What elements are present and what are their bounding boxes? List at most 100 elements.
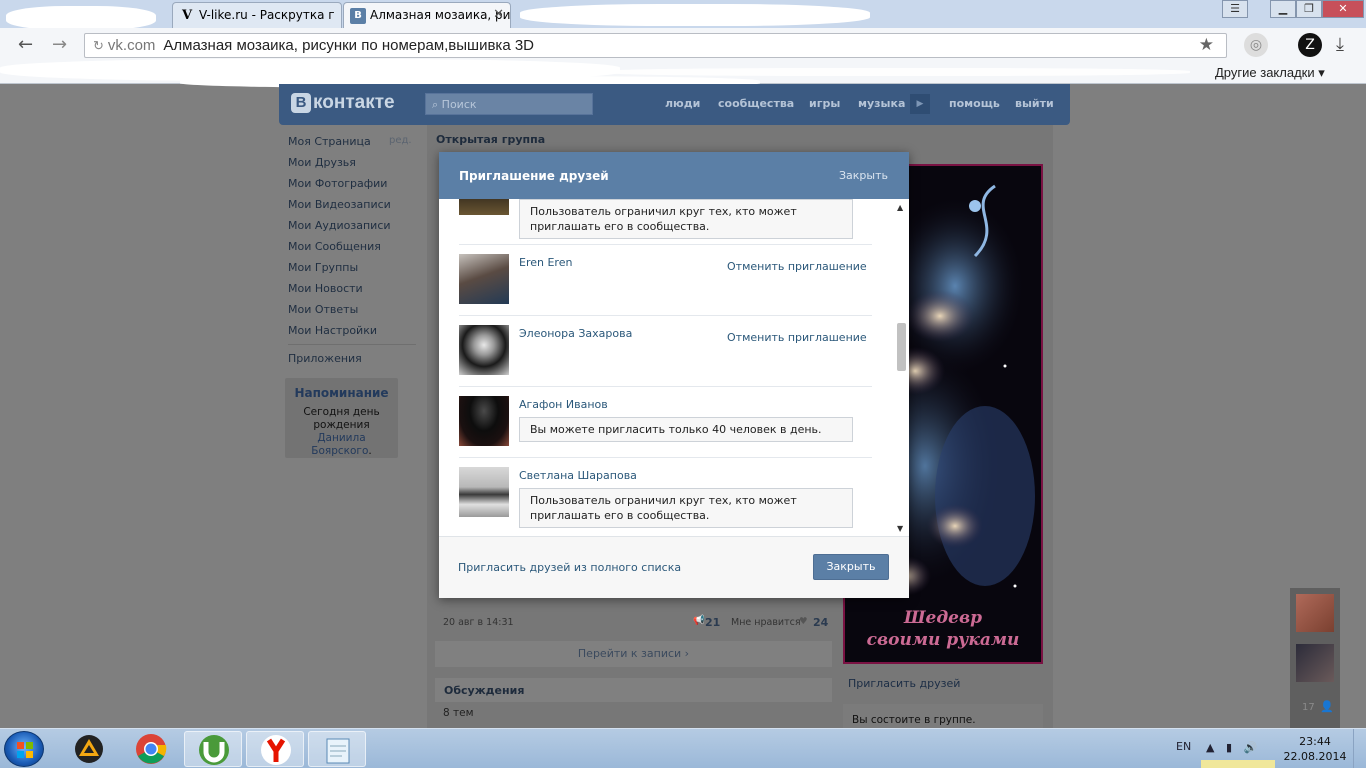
browser-tabbar: V V-like.ru - Раскрутка г В Алмазная моз… <box>0 0 1366 30</box>
dialog-body: Пользователь ограничил круг тех, кто мож… <box>439 199 909 536</box>
nav-help[interactable]: помощь <box>949 97 1000 110</box>
dialog-header: Приглашение друзей Закрыть <box>439 152 909 199</box>
friend-avatar[interactable] <box>1296 644 1334 682</box>
download-icon[interactable]: ⤓ <box>1328 33 1352 57</box>
globe-extension-icon[interactable]: ◎ <box>1244 33 1268 57</box>
volume-icon[interactable]: 🔊 <box>1244 741 1258 754</box>
scrollbar-thumb[interactable] <box>897 323 906 371</box>
friend-avatar[interactable] <box>1296 594 1334 632</box>
reminder-lead: Сегодня день рождения <box>303 406 380 431</box>
menu-groups[interactable]: Мои Группы <box>288 261 358 274</box>
search-placeholder: Поиск <box>441 98 477 111</box>
post-meta: 20 авг в 14:31 📢 21 Мне нравится ♥ 24 <box>443 615 829 629</box>
reminder-title: Напоминание <box>294 386 389 400</box>
nav-logout[interactable]: выйти <box>1015 97 1054 110</box>
list-item: Агафон Иванов Вы можете пригласить тольк… <box>459 387 872 458</box>
friend-avatar[interactable] <box>459 254 509 304</box>
heart-icon[interactable]: ♥ <box>799 616 808 627</box>
discussions-header[interactable]: Обсуждения <box>435 678 832 702</box>
taskbar-app-yandex[interactable] <box>246 731 304 767</box>
close-button[interactable]: Закрыть <box>813 554 889 580</box>
menu-icon[interactable]: ☰ <box>1222 0 1248 18</box>
friend-avatar[interactable] <box>459 396 509 446</box>
friend-name[interactable]: Eren Eren <box>519 256 572 269</box>
menu-friends[interactable]: Мои Друзья <box>288 156 356 169</box>
back-icon[interactable]: ← <box>18 34 33 55</box>
dialog-close-link[interactable]: Закрыть <box>839 169 888 182</box>
show-desktop-button[interactable] <box>1353 729 1366 768</box>
dialog-title: Приглашение друзей <box>459 169 609 183</box>
reminder-name-link[interactable]: Даниила Боярского <box>311 432 368 457</box>
scroll-down-icon[interactable]: ▼ <box>897 524 903 533</box>
taskbar-app-aimp[interactable] <box>60 731 118 767</box>
address-bar-area: ← → ↻ vk.com Алмазная мозаика, рисунки по … <box>0 28 1366 62</box>
friend-avatar[interactable] <box>459 467 509 517</box>
post-date[interactable]: 20 авг в 14:31 <box>443 617 514 628</box>
invite-from-full-list-link[interactable]: Пригласить друзей из полного списка <box>458 561 681 574</box>
tab-title: V-like.ru - Раскрутка г <box>199 8 335 22</box>
menu-messages[interactable]: Мои Сообщения <box>288 240 381 253</box>
vk-header: Вконтакте ⌕ Поиск люди сообщества игры м… <box>279 84 1070 125</box>
taskbar: EN ▲ ▮ 🔊 23:44 22.08.2014 <box>0 728 1366 768</box>
menu-my-page[interactable]: Моя Страница <box>288 135 371 148</box>
close-window-button[interactable]: ✕ <box>1322 0 1364 18</box>
cancel-invite-link[interactable]: Отменить приглашение <box>727 331 867 344</box>
utorrent-icon <box>199 735 229 765</box>
menu-photos[interactable]: Мои Фотографии <box>288 177 387 190</box>
bookmark-star-icon[interactable]: ★ <box>1199 35 1214 55</box>
system-tray: ▲ ▮ 🔊 <box>1206 741 1257 754</box>
nav-music[interactable]: музыка <box>858 97 905 110</box>
menu-audio[interactable]: Мои Аудиозаписи <box>288 219 391 232</box>
taskbar-app-chrome[interactable] <box>122 731 180 767</box>
invite-friends-dialog: Приглашение друзей Закрыть Пользователь … <box>439 152 909 598</box>
system-clock[interactable]: 23:44 22.08.2014 <box>1280 734 1350 764</box>
taskbar-app-notepad[interactable] <box>308 731 366 767</box>
cancel-invite-link[interactable]: Отменить приглашение <box>727 260 867 273</box>
friend-name[interactable]: Светлана Шарапова <box>519 469 637 482</box>
nav-games[interactable]: игры <box>809 97 840 110</box>
forward-icon[interactable]: → <box>52 34 67 55</box>
other-bookmarks[interactable]: Другие закладки ▾ <box>1215 65 1325 81</box>
scroll-up-icon[interactable]: ▲ <box>897 203 903 212</box>
dialog-scrollbar[interactable]: ▲ ▼ <box>894 199 909 536</box>
omnibox[interactable]: ↻ vk.com Алмазная мозаика, рисунки по номе… <box>84 33 1227 58</box>
taskbar-app-utorrent[interactable] <box>184 731 242 767</box>
goto-post-label: Перейти к записи <box>577 647 682 660</box>
chevron-right-icon: › <box>684 647 690 660</box>
friend-name[interactable]: Элеонора Захарова <box>519 327 632 340</box>
reload-icon[interactable]: ↻ <box>93 38 104 53</box>
friend-avatar[interactable] <box>459 325 509 375</box>
play-icon[interactable]: ▶ <box>910 94 930 114</box>
restore-button[interactable]: ❐ <box>1296 0 1322 18</box>
reminder-end: . <box>368 445 372 457</box>
invite-friends-link[interactable]: Пригласить друзей <box>848 677 960 690</box>
language-indicator[interactable]: EN <box>1176 740 1191 753</box>
close-tab-icon[interactable]: ✕ <box>493 7 504 22</box>
tray-expand-icon[interactable]: ▲ <box>1206 741 1214 754</box>
menu-news[interactable]: Мои Новости <box>288 282 363 295</box>
menu-videos[interactable]: Мои Видеозаписи <box>288 198 391 211</box>
tab-vlike[interactable]: V V-like.ru - Раскрутка г <box>172 2 342 28</box>
z-extension-icon[interactable]: Z <box>1298 33 1322 57</box>
friend-name[interactable]: Агафон Иванов <box>519 398 608 411</box>
network-icon[interactable]: ▮ <box>1226 741 1232 754</box>
menu-apps[interactable]: Приложения <box>288 352 362 365</box>
side-friends-panel: 17 👤 <box>1290 588 1340 728</box>
like-count: 24 <box>813 616 829 629</box>
vk-logo[interactable]: Вконтакте <box>291 92 395 114</box>
start-button[interactable] <box>4 731 44 767</box>
nav-people[interactable]: люди <box>665 97 700 110</box>
nav-communities[interactable]: сообщества <box>718 97 794 110</box>
redaction-mark <box>600 68 1190 76</box>
menu-settings[interactable]: Мои Настройки <box>288 324 377 337</box>
like-label[interactable]: Мне нравится <box>731 617 801 628</box>
menu-edit-link[interactable]: ред. <box>389 135 412 146</box>
tab-vk[interactable]: В Алмазная мозаика, ри ✕ <box>343 2 511 28</box>
minimize-button[interactable]: ▁ <box>1270 0 1296 18</box>
vk-search-input[interactable]: ⌕ Поиск <box>425 93 593 115</box>
menu-answers[interactable]: Мои Ответы <box>288 303 358 316</box>
menu-divider <box>288 344 416 345</box>
friend-avatar[interactable] <box>459 199 509 215</box>
goto-post-button[interactable]: Перейти к записи › <box>435 641 832 667</box>
repost-icon[interactable]: 📢 <box>693 615 705 626</box>
